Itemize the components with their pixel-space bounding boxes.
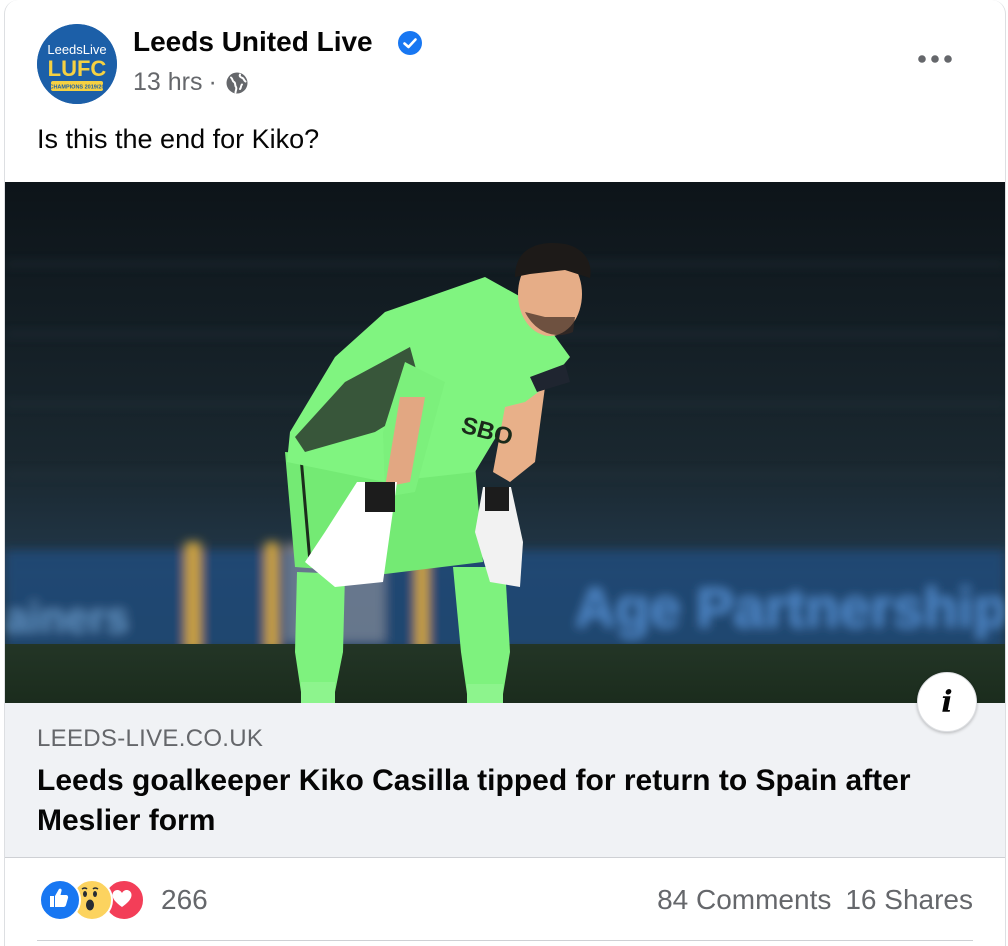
more-options-button[interactable] [915, 44, 955, 74]
shares-count[interactable]: 16 Shares [845, 884, 973, 916]
post-photo[interactable]: ainers Age Partnership SBO [5, 182, 1005, 703]
post-card: LeedsLive LUFC CHAMPIONS 2019/20 Leeds U… [4, 0, 1006, 946]
more-horizontal-icon [918, 55, 952, 63]
page-name-link[interactable]: Leeds United Live [133, 26, 373, 58]
link-preview[interactable]: LEEDS-LIVE.CO.UK Leeds goalkeeper Kiko C… [5, 703, 1005, 858]
board-left-text: ainers [5, 594, 129, 641]
avatar-line1: LeedsLive [47, 42, 106, 57]
reaction-summary[interactable]: 266 [39, 878, 208, 922]
post-timestamp[interactable]: 13 hrs [133, 68, 202, 97]
comments-count[interactable]: 84 Comments [657, 884, 831, 916]
goalkeeper-photo: ainers Age Partnership SBO [5, 182, 1005, 703]
reaction-count[interactable]: 266 [161, 884, 208, 916]
avatar-line3: CHAMPIONS 2019/20 [49, 85, 104, 91]
meta-separator: · [208, 68, 217, 96]
board-right-text: Age Partnership [575, 576, 1005, 639]
post-message: Is this the end for Kiko? [37, 124, 320, 154]
post-meta: 13 hrs · [133, 68, 249, 97]
link-title[interactable]: Leeds goalkeeper Kiko Casilla tipped for… [37, 761, 957, 841]
like-icon [39, 879, 81, 921]
avatar-line2: LUFC [48, 56, 107, 81]
page-avatar[interactable]: LeedsLive LUFC CHAMPIONS 2019/20 [37, 24, 117, 104]
info-button[interactable]: i [917, 672, 977, 732]
verified-badge-icon [398, 31, 422, 55]
engagement-counts: 84 Comments 16 Shares [657, 884, 973, 916]
link-domain: LEEDS-LIVE.CO.UK [37, 725, 264, 752]
action-divider [37, 940, 973, 941]
leeds-live-logo: LeedsLive LUFC CHAMPIONS 2019/20 [37, 24, 117, 104]
globe-icon [226, 72, 248, 93]
